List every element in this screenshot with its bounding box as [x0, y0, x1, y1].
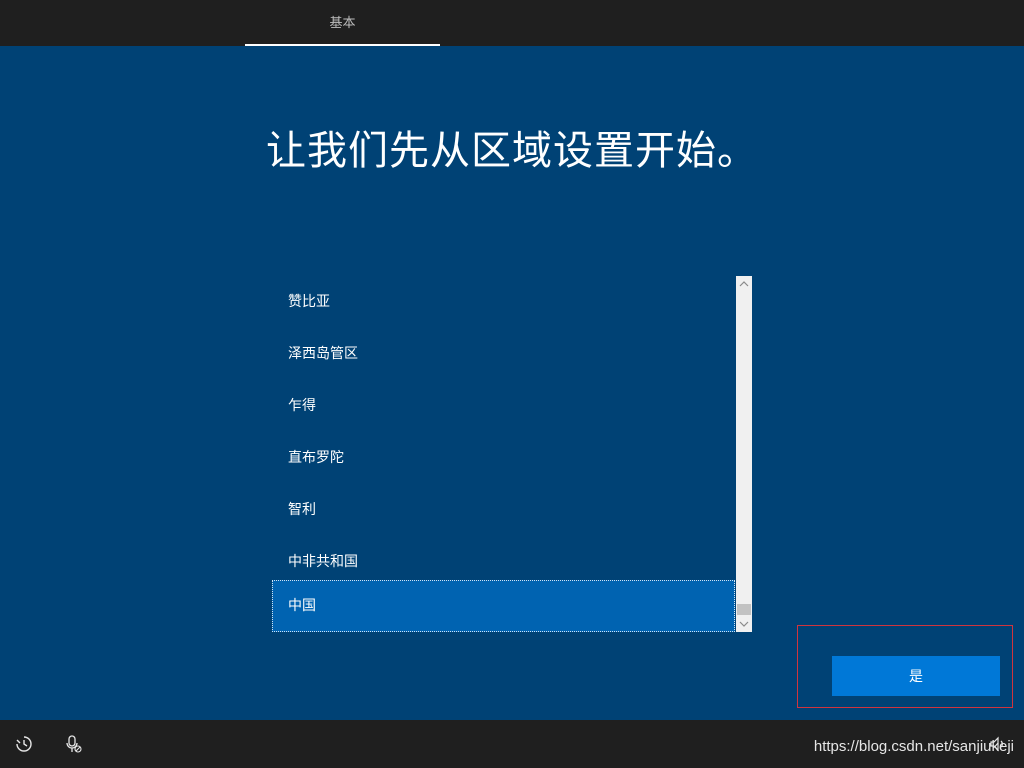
oobe-screen: 基本 让我们先从区域设置开始。 赞比亚 泽西岛管区 乍得 直布罗陀 智利 中非共… [0, 0, 1024, 768]
chevron-down-icon[interactable] [736, 616, 752, 632]
list-item[interactable]: 泽西岛管区 [272, 328, 735, 380]
scroll-thumb[interactable] [737, 604, 751, 615]
list-item[interactable]: 直布罗陀 [272, 432, 735, 484]
list-item[interactable]: 乍得 [272, 380, 735, 432]
page-title: 让我们先从区域设置开始。 [266, 128, 758, 174]
chevron-up-icon[interactable] [736, 276, 752, 292]
list-item[interactable]: 赞比亚 [272, 276, 735, 328]
bottom-bar: https://blog.csdn.net/sanjiukeji [0, 720, 1024, 768]
region-listbox[interactable]: 赞比亚 泽西岛管区 乍得 直布罗陀 智利 中非共和国 中国 [272, 276, 752, 632]
list-item[interactable]: 智利 [272, 484, 735, 536]
top-bar: 基本 [0, 0, 1024, 46]
ease-of-access-icon[interactable] [14, 734, 34, 754]
watermark-text: https://blog.csdn.net/sanjiukeji [813, 738, 1014, 755]
yes-button[interactable]: 是 [832, 656, 1000, 696]
microphone-off-icon[interactable] [63, 734, 83, 754]
region-list: 赞比亚 泽西岛管区 乍得 直布罗陀 智利 中非共和国 中国 [272, 276, 736, 632]
tab-basics[interactable]: 基本 [245, 0, 440, 46]
main-panel: 让我们先从区域设置开始。 赞比亚 泽西岛管区 乍得 直布罗陀 智利 中非共和国 … [0, 46, 1024, 720]
list-scrollbar[interactable] [736, 276, 752, 632]
list-item-selected[interactable]: 中国 [272, 580, 735, 632]
